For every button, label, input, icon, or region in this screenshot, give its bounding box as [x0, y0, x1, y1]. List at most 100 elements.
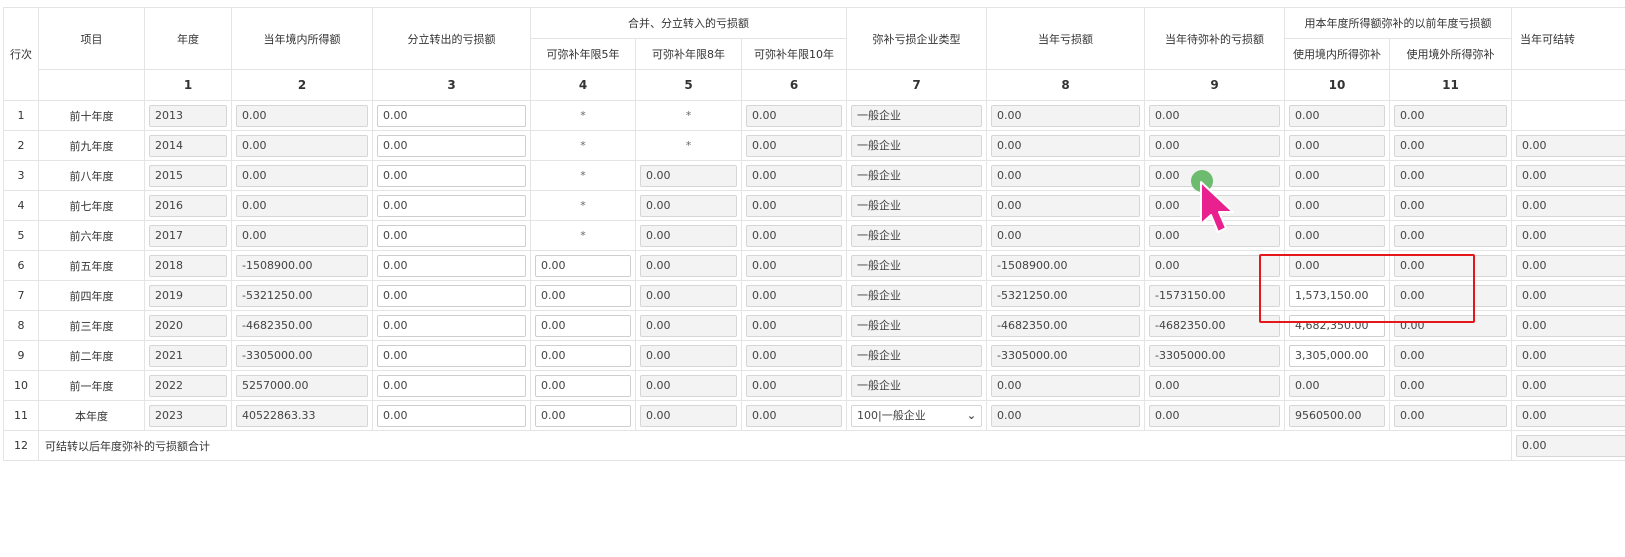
current-loss-input[interactable]: -1508900.00: [991, 254, 1141, 277]
merge-5yr-input[interactable]: 0.00: [535, 344, 631, 367]
use-domestic-input[interactable]: 0.00: [1289, 254, 1386, 277]
merge-5yr-input[interactable]: 0.00: [535, 254, 631, 277]
current-loss-input[interactable]: 0.00: [991, 104, 1141, 127]
current-loss-input[interactable]: 0.00: [991, 194, 1141, 217]
income-input[interactable]: 5257000.00: [236, 374, 368, 397]
use-foreign-input[interactable]: 0.00: [1394, 104, 1508, 127]
split-out-input[interactable]: 0.00: [377, 344, 526, 367]
use-domestic-input[interactable]: 0.00: [1289, 224, 1386, 247]
current-loss-input[interactable]: 0.00: [991, 404, 1141, 427]
split-out-input[interactable]: 0.00: [377, 284, 526, 307]
merge-5yr-input[interactable]: 0.00: [535, 314, 631, 337]
use-foreign-input[interactable]: 0.00: [1394, 254, 1508, 277]
enterprise-type-input[interactable]: 一般企业: [851, 164, 983, 187]
use-domestic-input[interactable]: 0.00: [1289, 134, 1386, 157]
enterprise-type-input[interactable]: 一般企业: [851, 194, 983, 217]
carry-forward-input[interactable]: 0.00: [1516, 284, 1625, 307]
merge-5yr-input[interactable]: 0.00: [535, 404, 631, 427]
year-input[interactable]: 2013: [149, 104, 227, 127]
use-domestic-input[interactable]: 4,682,350.00: [1289, 314, 1386, 337]
income-input[interactable]: 0.00: [236, 164, 368, 187]
current-loss-input[interactable]: -3305000.00: [991, 344, 1141, 367]
split-out-input[interactable]: 0.00: [377, 254, 526, 277]
carry-forward-input[interactable]: 0.00: [1516, 254, 1625, 277]
split-out-input[interactable]: 0.00: [377, 224, 526, 247]
split-out-input[interactable]: 0.00: [377, 314, 526, 337]
income-input[interactable]: 0.00: [236, 134, 368, 157]
year-input[interactable]: 2021: [149, 344, 227, 367]
enterprise-type-input[interactable]: 一般企业: [851, 374, 983, 397]
use-foreign-input[interactable]: 0.00: [1394, 164, 1508, 187]
year-input[interactable]: 2015: [149, 164, 227, 187]
year-input[interactable]: 2022: [149, 374, 227, 397]
enterprise-type-input[interactable]: 一般企业: [851, 224, 983, 247]
enterprise-type-select[interactable]: 100|一般企业 ⌄: [851, 404, 983, 427]
merge-8yr-input[interactable]: 0.00: [640, 224, 737, 247]
split-out-input[interactable]: 0.00: [377, 404, 526, 427]
year-input[interactable]: 2020: [149, 314, 227, 337]
split-out-input[interactable]: 0.00: [377, 164, 526, 187]
pending-loss-input[interactable]: 0.00: [1149, 104, 1281, 127]
carry-forward-input[interactable]: 0.00: [1516, 314, 1625, 337]
split-out-input[interactable]: 0.00: [377, 194, 526, 217]
use-domestic-input[interactable]: 0.00: [1289, 374, 1386, 397]
enterprise-type-input[interactable]: 一般企业: [851, 104, 983, 127]
merge-10yr-input[interactable]: 0.00: [746, 194, 843, 217]
use-foreign-input[interactable]: 0.00: [1394, 344, 1508, 367]
use-domestic-input[interactable]: 0.00: [1289, 164, 1386, 187]
enterprise-type-input[interactable]: 一般企业: [851, 254, 983, 277]
merge-8yr-input[interactable]: 0.00: [640, 194, 737, 217]
total-carry-input[interactable]: 0.00: [1516, 434, 1625, 457]
pending-loss-input[interactable]: 0.00: [1149, 134, 1281, 157]
carry-forward-input[interactable]: 0.00: [1516, 374, 1625, 397]
split-out-input[interactable]: 0.00: [377, 104, 526, 127]
use-foreign-input[interactable]: 0.00: [1394, 284, 1508, 307]
pending-loss-input[interactable]: -4682350.00: [1149, 314, 1281, 337]
use-foreign-input[interactable]: 0.00: [1394, 314, 1508, 337]
use-foreign-input[interactable]: 0.00: [1394, 134, 1508, 157]
carry-forward-input[interactable]: 0.00: [1516, 224, 1625, 247]
merge-10yr-input[interactable]: 0.00: [746, 344, 843, 367]
merge-10yr-input[interactable]: 0.00: [746, 104, 843, 127]
income-input[interactable]: 0.00: [236, 224, 368, 247]
merge-10yr-input[interactable]: 0.00: [746, 284, 843, 307]
enterprise-type-input[interactable]: 一般企业: [851, 284, 983, 307]
merge-8yr-input[interactable]: 0.00: [640, 164, 737, 187]
use-foreign-input[interactable]: 0.00: [1394, 374, 1508, 397]
merge-10yr-input[interactable]: 0.00: [746, 314, 843, 337]
current-loss-input[interactable]: 0.00: [991, 224, 1141, 247]
merge-10yr-input[interactable]: 0.00: [746, 404, 843, 427]
enterprise-type-input[interactable]: 一般企业: [851, 344, 983, 367]
current-loss-input[interactable]: 0.00: [991, 374, 1141, 397]
merge-8yr-input[interactable]: 0.00: [640, 284, 737, 307]
use-domestic-input[interactable]: 1,573,150.00: [1289, 284, 1386, 307]
income-input[interactable]: 0.00: [236, 104, 368, 127]
merge-10yr-input[interactable]: 0.00: [746, 224, 843, 247]
pending-loss-input[interactable]: 0.00: [1149, 404, 1281, 427]
year-input[interactable]: 2023: [149, 404, 227, 427]
merge-10yr-input[interactable]: 0.00: [746, 254, 843, 277]
income-input[interactable]: -4682350.00: [236, 314, 368, 337]
year-input[interactable]: 2016: [149, 194, 227, 217]
carry-forward-input[interactable]: 0.00: [1516, 194, 1625, 217]
merge-8yr-input[interactable]: 0.00: [640, 404, 737, 427]
merge-10yr-input[interactable]: 0.00: [746, 164, 843, 187]
merge-8yr-input[interactable]: 0.00: [640, 254, 737, 277]
carry-forward-input[interactable]: 0.00: [1516, 344, 1625, 367]
pending-loss-input[interactable]: 0.00: [1149, 254, 1281, 277]
merge-5yr-input[interactable]: 0.00: [535, 374, 631, 397]
carry-forward-input[interactable]: 0.00: [1516, 404, 1625, 427]
year-input[interactable]: 2019: [149, 284, 227, 307]
income-input[interactable]: -3305000.00: [236, 344, 368, 367]
split-out-input[interactable]: 0.00: [377, 134, 526, 157]
current-loss-input[interactable]: -4682350.00: [991, 314, 1141, 337]
merge-10yr-input[interactable]: 0.00: [746, 134, 843, 157]
year-input[interactable]: 2017: [149, 224, 227, 247]
use-domestic-input[interactable]: 3,305,000.00: [1289, 344, 1386, 367]
merge-8yr-input[interactable]: 0.00: [640, 374, 737, 397]
enterprise-type-input[interactable]: 一般企业: [851, 314, 983, 337]
pending-loss-input[interactable]: -3305000.00: [1149, 344, 1281, 367]
year-input[interactable]: 2014: [149, 134, 227, 157]
pending-loss-input[interactable]: -1573150.00: [1149, 284, 1281, 307]
use-domestic-input[interactable]: 9560500.00: [1289, 404, 1386, 427]
